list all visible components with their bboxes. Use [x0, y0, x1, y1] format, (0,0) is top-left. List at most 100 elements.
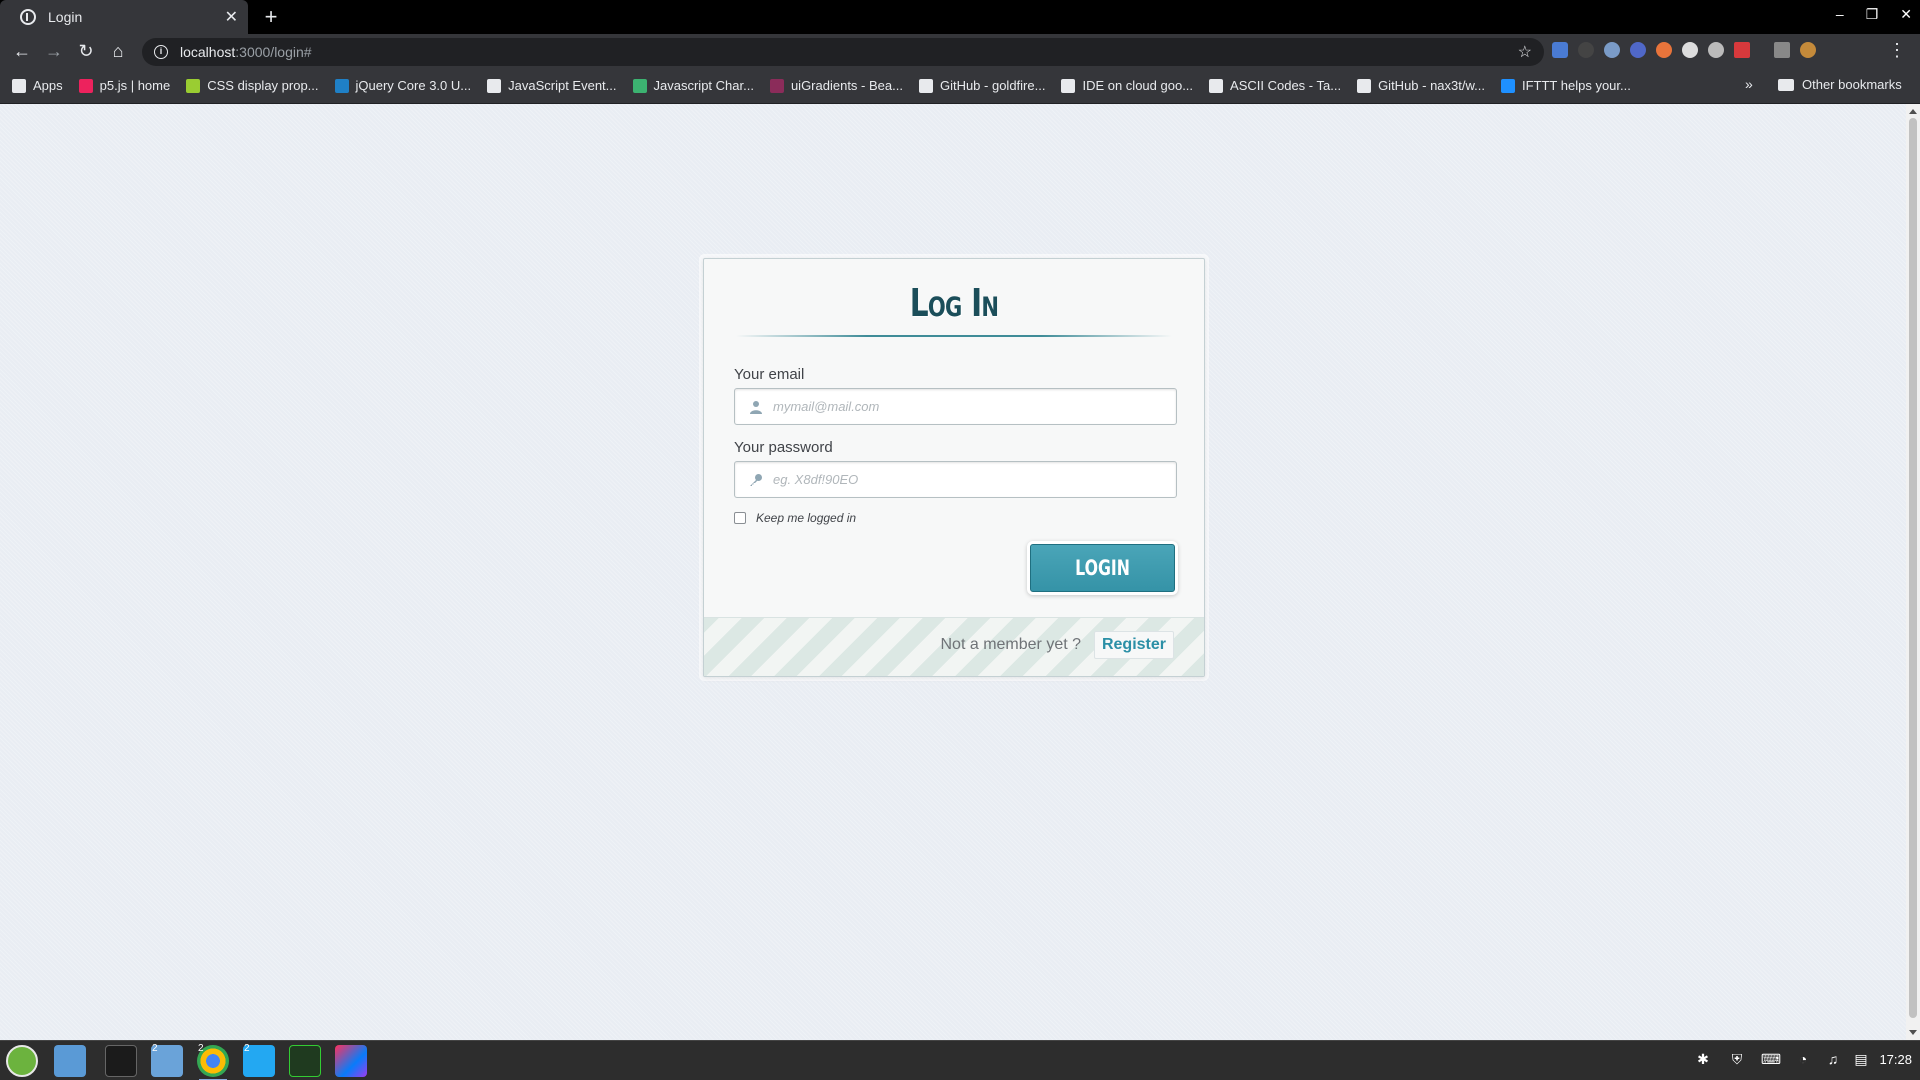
maximize-button[interactable]: ❐	[1866, 6, 1879, 23]
extension-icon[interactable]	[1604, 42, 1620, 58]
back-arrow-icon[interactable]: ←	[10, 39, 34, 63]
address-bar[interactable]: i localhost:3000/login# ☆	[142, 38, 1544, 66]
bookmark-item[interactable]: IDE on cloud goo...	[1061, 78, 1193, 93]
bookmark-label: IFTTT helps your...	[1522, 78, 1631, 93]
keep-logged-in: Keep me logged in	[734, 511, 856, 525]
email-placeholder: mymail@mail.com	[773, 399, 880, 414]
bookmark-favicon-icon	[78, 78, 93, 93]
clock[interactable]: 17:28	[1879, 1052, 1912, 1067]
vscode-window-count: 2	[244, 1043, 250, 1054]
bookmark-item[interactable]: Apps	[12, 78, 63, 93]
bookmark-label: GitHub - goldfire...	[939, 78, 1046, 93]
forward-arrow-icon[interactable]: →	[42, 39, 66, 63]
bookmark-favicon-icon	[487, 78, 502, 93]
close-window-button[interactable]: ✕	[1900, 6, 1912, 23]
bookmark-item[interactable]: GitHub - goldfire...	[918, 78, 1046, 93]
system-tray: ✱ ⛨ ⌨ ◔ ♫ ▤	[1694, 1050, 1870, 1068]
window-controls: – ❐ ✕	[1836, 6, 1912, 23]
bookmark-favicon-icon	[334, 78, 349, 93]
password-placeholder: eg. X8df!90EO	[773, 472, 859, 487]
bookmark-item[interactable]: JavaScript Event...	[487, 78, 617, 93]
password-field[interactable]: eg. X8df!90EO	[734, 461, 1177, 498]
avatar[interactable]	[1800, 42, 1816, 58]
card-footer: Not a member yet ? Register	[704, 617, 1204, 676]
home-icon[interactable]: ⌂	[106, 39, 130, 63]
bookmark-favicon-icon	[1501, 78, 1515, 93]
tab-close-icon[interactable]: ✕	[225, 7, 238, 27]
extension-icon[interactable]	[1708, 42, 1724, 58]
bluetooth-icon[interactable]: ✱	[1694, 1050, 1712, 1068]
browser-menu-icon[interactable]: ⋮	[1888, 40, 1906, 61]
password-label: Your password	[734, 439, 833, 456]
scrollbar-thumb[interactable]	[1909, 118, 1917, 1018]
bookmark-label: CSS display prop...	[207, 78, 319, 93]
email-label: Your email	[734, 366, 805, 383]
extension-icon[interactable]	[1630, 42, 1646, 58]
footer-question: Not a member yet ?	[940, 636, 1082, 653]
bookmarks-overflow-icon[interactable]: »	[1745, 76, 1753, 92]
extension-icon[interactable]	[1578, 42, 1594, 58]
bookmark-favicon-icon	[918, 78, 933, 93]
bookmark-label: p5.js | home	[99, 78, 171, 93]
bookmark-item[interactable]: GitHub - nax3t/w...	[1357, 78, 1485, 93]
bookmark-label: Javascript Char...	[653, 78, 754, 93]
extension-icon[interactable]	[1656, 42, 1672, 58]
scroll-down-icon[interactable]	[1909, 1030, 1917, 1035]
taskbar: 2 2 2	[0, 1040, 1920, 1080]
terminal-icon[interactable]	[105, 1045, 137, 1077]
bookmark-favicon-icon	[1357, 78, 1372, 93]
email-field[interactable]: mymail@mail.com	[734, 388, 1177, 425]
bookmark-label: ASCII Codes - Ta...	[1230, 78, 1342, 93]
tab-title: Login	[48, 9, 83, 25]
login-card: Log In Your email mymail@mail.com Your p…	[703, 258, 1205, 677]
login-button[interactable]: LOGIN	[1030, 544, 1175, 592]
page-scrollbar[interactable]	[1906, 104, 1920, 1040]
bookmark-star-icon[interactable]: ☆	[1518, 42, 1532, 62]
bookmark-item[interactable]: Javascript Char...	[632, 78, 754, 93]
extension-icon[interactable]	[1734, 42, 1750, 58]
shield-icon[interactable]: ⛨	[1728, 1050, 1746, 1068]
scroll-up-icon[interactable]	[1909, 109, 1917, 114]
translate-extension-icon[interactable]	[1552, 42, 1568, 58]
folder-icon	[1778, 78, 1794, 91]
bookmark-favicon-icon	[769, 78, 784, 93]
intellij-icon[interactable]	[335, 1045, 367, 1077]
bookmark-label: GitHub - nax3t/w...	[1378, 78, 1485, 93]
apps-grid-icon	[12, 78, 26, 93]
title-divider	[736, 335, 1172, 337]
other-bookmarks-folder[interactable]: Other bookmarks	[1778, 77, 1902, 92]
bookmark-item[interactable]: uiGradients - Bea...	[769, 78, 903, 93]
site-info-icon[interactable]: i	[154, 45, 168, 59]
url-text: localhost:3000/login#	[180, 44, 312, 60]
bookmark-item[interactable]: IFTTT helps your...	[1501, 78, 1631, 93]
keep-logged-in-label[interactable]: Keep me logged in	[756, 511, 856, 525]
reload-icon[interactable]: ↻	[74, 39, 98, 63]
keep-logged-in-checkbox[interactable]	[734, 512, 746, 524]
bookmark-item[interactable]: ASCII Codes - Ta...	[1209, 78, 1341, 93]
wifi-icon[interactable]: ◔	[1794, 1050, 1812, 1068]
bookmark-label: uiGradients - Bea...	[790, 78, 903, 93]
bookmark-label: jQuery Core 3.0 U...	[355, 78, 472, 93]
sound-icon[interactable]: ♫	[1824, 1050, 1842, 1068]
files-window-count: 2	[152, 1043, 158, 1054]
bookmark-label: IDE on cloud goo...	[1082, 78, 1194, 93]
register-link[interactable]: Register	[1093, 631, 1174, 659]
browser-tab[interactable]: Login ✕	[0, 0, 248, 34]
new-tab-button[interactable]: +	[258, 4, 284, 30]
page-viewport: Log In Your email mymail@mail.com Your p…	[0, 104, 1906, 1040]
bookmark-favicon-icon	[632, 78, 647, 93]
chrome-window-count: 2	[198, 1043, 204, 1054]
notes-icon[interactable]: ▤	[1852, 1050, 1870, 1068]
keyboard-icon[interactable]: ⌨	[1761, 1050, 1781, 1068]
minimize-button[interactable]: –	[1836, 6, 1844, 23]
tab-strip: Login ✕ + – ❐ ✕	[0, 0, 1920, 34]
bookmark-item[interactable]: CSS display prop...	[186, 78, 319, 93]
bookmark-item[interactable]: jQuery Core 3.0 U...	[334, 78, 472, 93]
desktop-icon[interactable]	[54, 1045, 86, 1077]
bookmark-label: JavaScript Event...	[508, 78, 617, 93]
system-monitor-icon[interactable]	[289, 1045, 321, 1077]
media-controls-icon[interactable]	[1774, 42, 1790, 58]
extension-icon[interactable]	[1682, 42, 1698, 58]
mint-menu-icon[interactable]	[6, 1045, 38, 1077]
bookmark-item[interactable]: p5.js | home	[78, 78, 171, 93]
